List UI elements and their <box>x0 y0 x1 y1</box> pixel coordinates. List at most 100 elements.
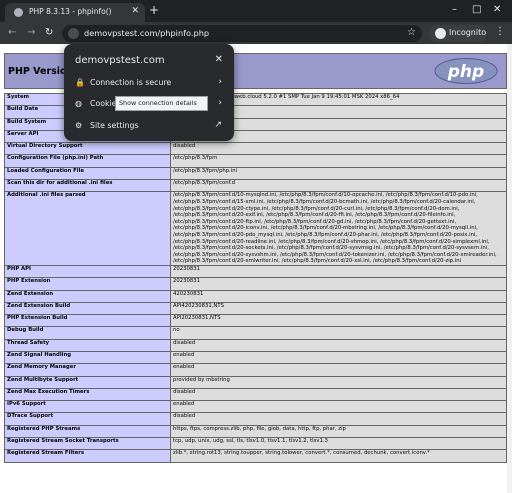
row-value: disabled <box>170 142 507 156</box>
connection-label: Connection is secure <box>90 78 172 87</box>
table-row: Registered Stream Filters zlib.*, string.… <box>4 449 507 463</box>
row-value: enabled <box>170 400 507 414</box>
address-bar[interactable]: demovpstest.com/phpinfo.php ☆ <box>62 25 422 42</box>
row-key: PHP Extension Build <box>4 314 171 328</box>
forward-icon[interactable]: → <box>27 26 35 40</box>
row-key: DTrace Support <box>4 412 171 426</box>
row-value: API20230831,NTS <box>170 314 507 328</box>
row-value: disabled <box>170 412 507 426</box>
row-key: Registered PHP Streams <box>4 424 171 439</box>
external-link-icon: ↗ <box>214 120 222 130</box>
row-key: Registered Stream Filters <box>4 449 171 463</box>
row-value: /etc/php/8.3/fpm <box>170 154 507 168</box>
table-row: PHP Extension 20230831 <box>4 277 507 291</box>
url-text[interactable]: demovpstest.com/phpinfo.php <box>84 28 209 38</box>
browser-tab[interactable]: PHP 8.3.13 - phpinfo() ✕ <box>5 3 145 22</box>
table-row: IPv6 Support enabled <box>4 400 507 414</box>
row-value: 20230831 <box>170 264 507 279</box>
row-value: tcp, udp, unix, udg, ssl, tls, tlsv1.0, … <box>170 437 507 451</box>
table-row: Virtual Directory Support disabled <box>4 142 507 156</box>
row-key: Zend Extension <box>4 289 171 303</box>
row-value: /etc/php/8.3/fpm/conf.d <box>170 179 507 193</box>
table-row: Zend Extension 420230831 <box>4 289 507 303</box>
browser-toolbar: ← → ↻ demovpstest.com/phpinfo.php ☆ Inco… <box>0 22 512 44</box>
table-row: PHP API 20230831 <box>4 264 507 279</box>
php-logo-icon: php <box>434 58 498 84</box>
row-key: PHP API <box>4 264 171 279</box>
new-tab-button[interactable]: + <box>149 3 159 17</box>
reload-icon[interactable]: ↻ <box>45 26 53 40</box>
connection-secure-item[interactable]: 🔒 Connection is secure › <box>64 73 234 93</box>
settings-icon: ⚙ <box>75 121 83 130</box>
site-info-icon[interactable] <box>68 28 79 39</box>
row-value: https, ftps, compress.zlib, php, file, g… <box>170 424 507 439</box>
table-row: Scan this dir for additional .ini files /… <box>4 179 507 193</box>
row-key: Scan this dir for additional .ini files <box>4 179 171 193</box>
table-row: DTrace Support disabled <box>4 412 507 426</box>
row-key: Registered Stream Socket Transports <box>4 437 171 451</box>
row-value: /etc/php/8.3/fpm/conf.d/10-mysqlnd.ini, … <box>170 191 507 266</box>
row-value: enabled <box>170 363 507 377</box>
table-row: PHP Extension Build API20230831,NTS <box>4 314 507 328</box>
table-row: Zend Memory Manager enabled <box>4 363 507 377</box>
incognito-label: Incognito <box>449 28 487 37</box>
row-value: 20230831 <box>170 277 507 291</box>
menu-icon[interactable]: ⋮ <box>495 25 505 39</box>
scrollbar[interactable] <box>507 44 512 493</box>
chevron-right-icon: › <box>218 98 222 108</box>
popup-site-title: demovpstest.com <box>75 55 165 66</box>
minimize-icon[interactable]: – <box>452 3 457 17</box>
table-row: Zend Multibyte Support provided by mbstri… <box>4 375 507 389</box>
row-value: API420230831,NTS <box>170 301 507 316</box>
row-key: Debug Build <box>4 326 171 340</box>
incognito-badge[interactable]: Incognito <box>429 25 487 42</box>
globe-icon <box>14 8 23 17</box>
close-icon[interactable]: ✕ <box>131 6 139 16</box>
table-row: Thread Safety disabled <box>4 338 507 352</box>
cookie-icon: ◍ <box>75 99 82 108</box>
row-value: 420230831 <box>170 289 507 303</box>
row-value: zlib.*, string.rot13, string.toupper, st… <box>170 449 507 463</box>
tooltip-text: Show connection details <box>119 99 197 107</box>
window-close-icon[interactable]: ✕ <box>493 3 501 17</box>
table-row: Zend Signal Handling enabled <box>4 350 507 365</box>
table-row: Zend Extension Build API420230831,NTS <box>4 301 507 316</box>
lock-icon: 🔒 <box>75 78 85 87</box>
row-key: Zend Max Execution Timers <box>4 387 171 402</box>
row-key: Loaded Configuration File <box>4 166 171 181</box>
row-key: Configuration File (php.ini) Path <box>4 154 171 168</box>
row-value: disabled <box>170 387 507 402</box>
table-row: Additional .ini files parsed/etc/php/8.3… <box>4 191 507 266</box>
row-value: no <box>170 326 507 340</box>
row-value: provided by mbstring <box>170 375 507 389</box>
close-icon[interactable]: ✕ <box>215 54 223 65</box>
php-logo-text: php <box>447 62 484 82</box>
table-row: Registered Stream Socket Transports tcp, … <box>4 437 507 451</box>
row-key: Virtual Directory Support <box>4 142 171 156</box>
row-key: Zend Multibyte Support <box>4 375 171 389</box>
cookies-label: Cookie <box>90 99 117 108</box>
row-key: Zend Signal Handling <box>4 350 171 365</box>
site-info-popup: demovpstest.com ✕ 🔒 Connection is secure… <box>64 44 234 141</box>
table-row: Debug Build no <box>4 326 507 340</box>
tooltip: Show connection details <box>115 96 208 111</box>
table-row: Registered PHP Streams https, ftps, compr… <box>4 424 507 439</box>
row-key: Zend Memory Manager <box>4 363 171 377</box>
site-settings-label: Site settings <box>90 121 139 130</box>
site-settings-item[interactable]: ⚙ Site settings ↗ <box>64 116 234 136</box>
back-icon[interactable]: ← <box>8 26 16 40</box>
bookmark-star-icon[interactable]: ☆ <box>407 27 416 38</box>
row-key: Thread Safety <box>4 338 171 352</box>
tab-title: PHP 8.3.13 - phpinfo() <box>29 7 112 16</box>
table-row: Zend Max Execution Timers disabled <box>4 387 507 402</box>
row-key: Zend Extension Build <box>4 301 171 316</box>
row-key: PHP Extension <box>4 277 171 291</box>
info-table: System Linux 8590277.us-accuweb.cloud 5.2… <box>4 92 507 463</box>
maximize-icon[interactable]: □ <box>472 3 481 17</box>
tab-strip: PHP 8.3.13 - phpinfo() ✕ + – □ ✕ <box>0 0 512 22</box>
row-value: /etc/php/8.3/fpm/php.ini <box>170 166 507 181</box>
table-row: Configuration File (php.ini) Path/etc/ph… <box>4 154 507 168</box>
row-key: IPv6 Support <box>4 400 171 414</box>
row-value: enabled <box>170 350 507 365</box>
chevron-right-icon: › <box>218 77 222 87</box>
